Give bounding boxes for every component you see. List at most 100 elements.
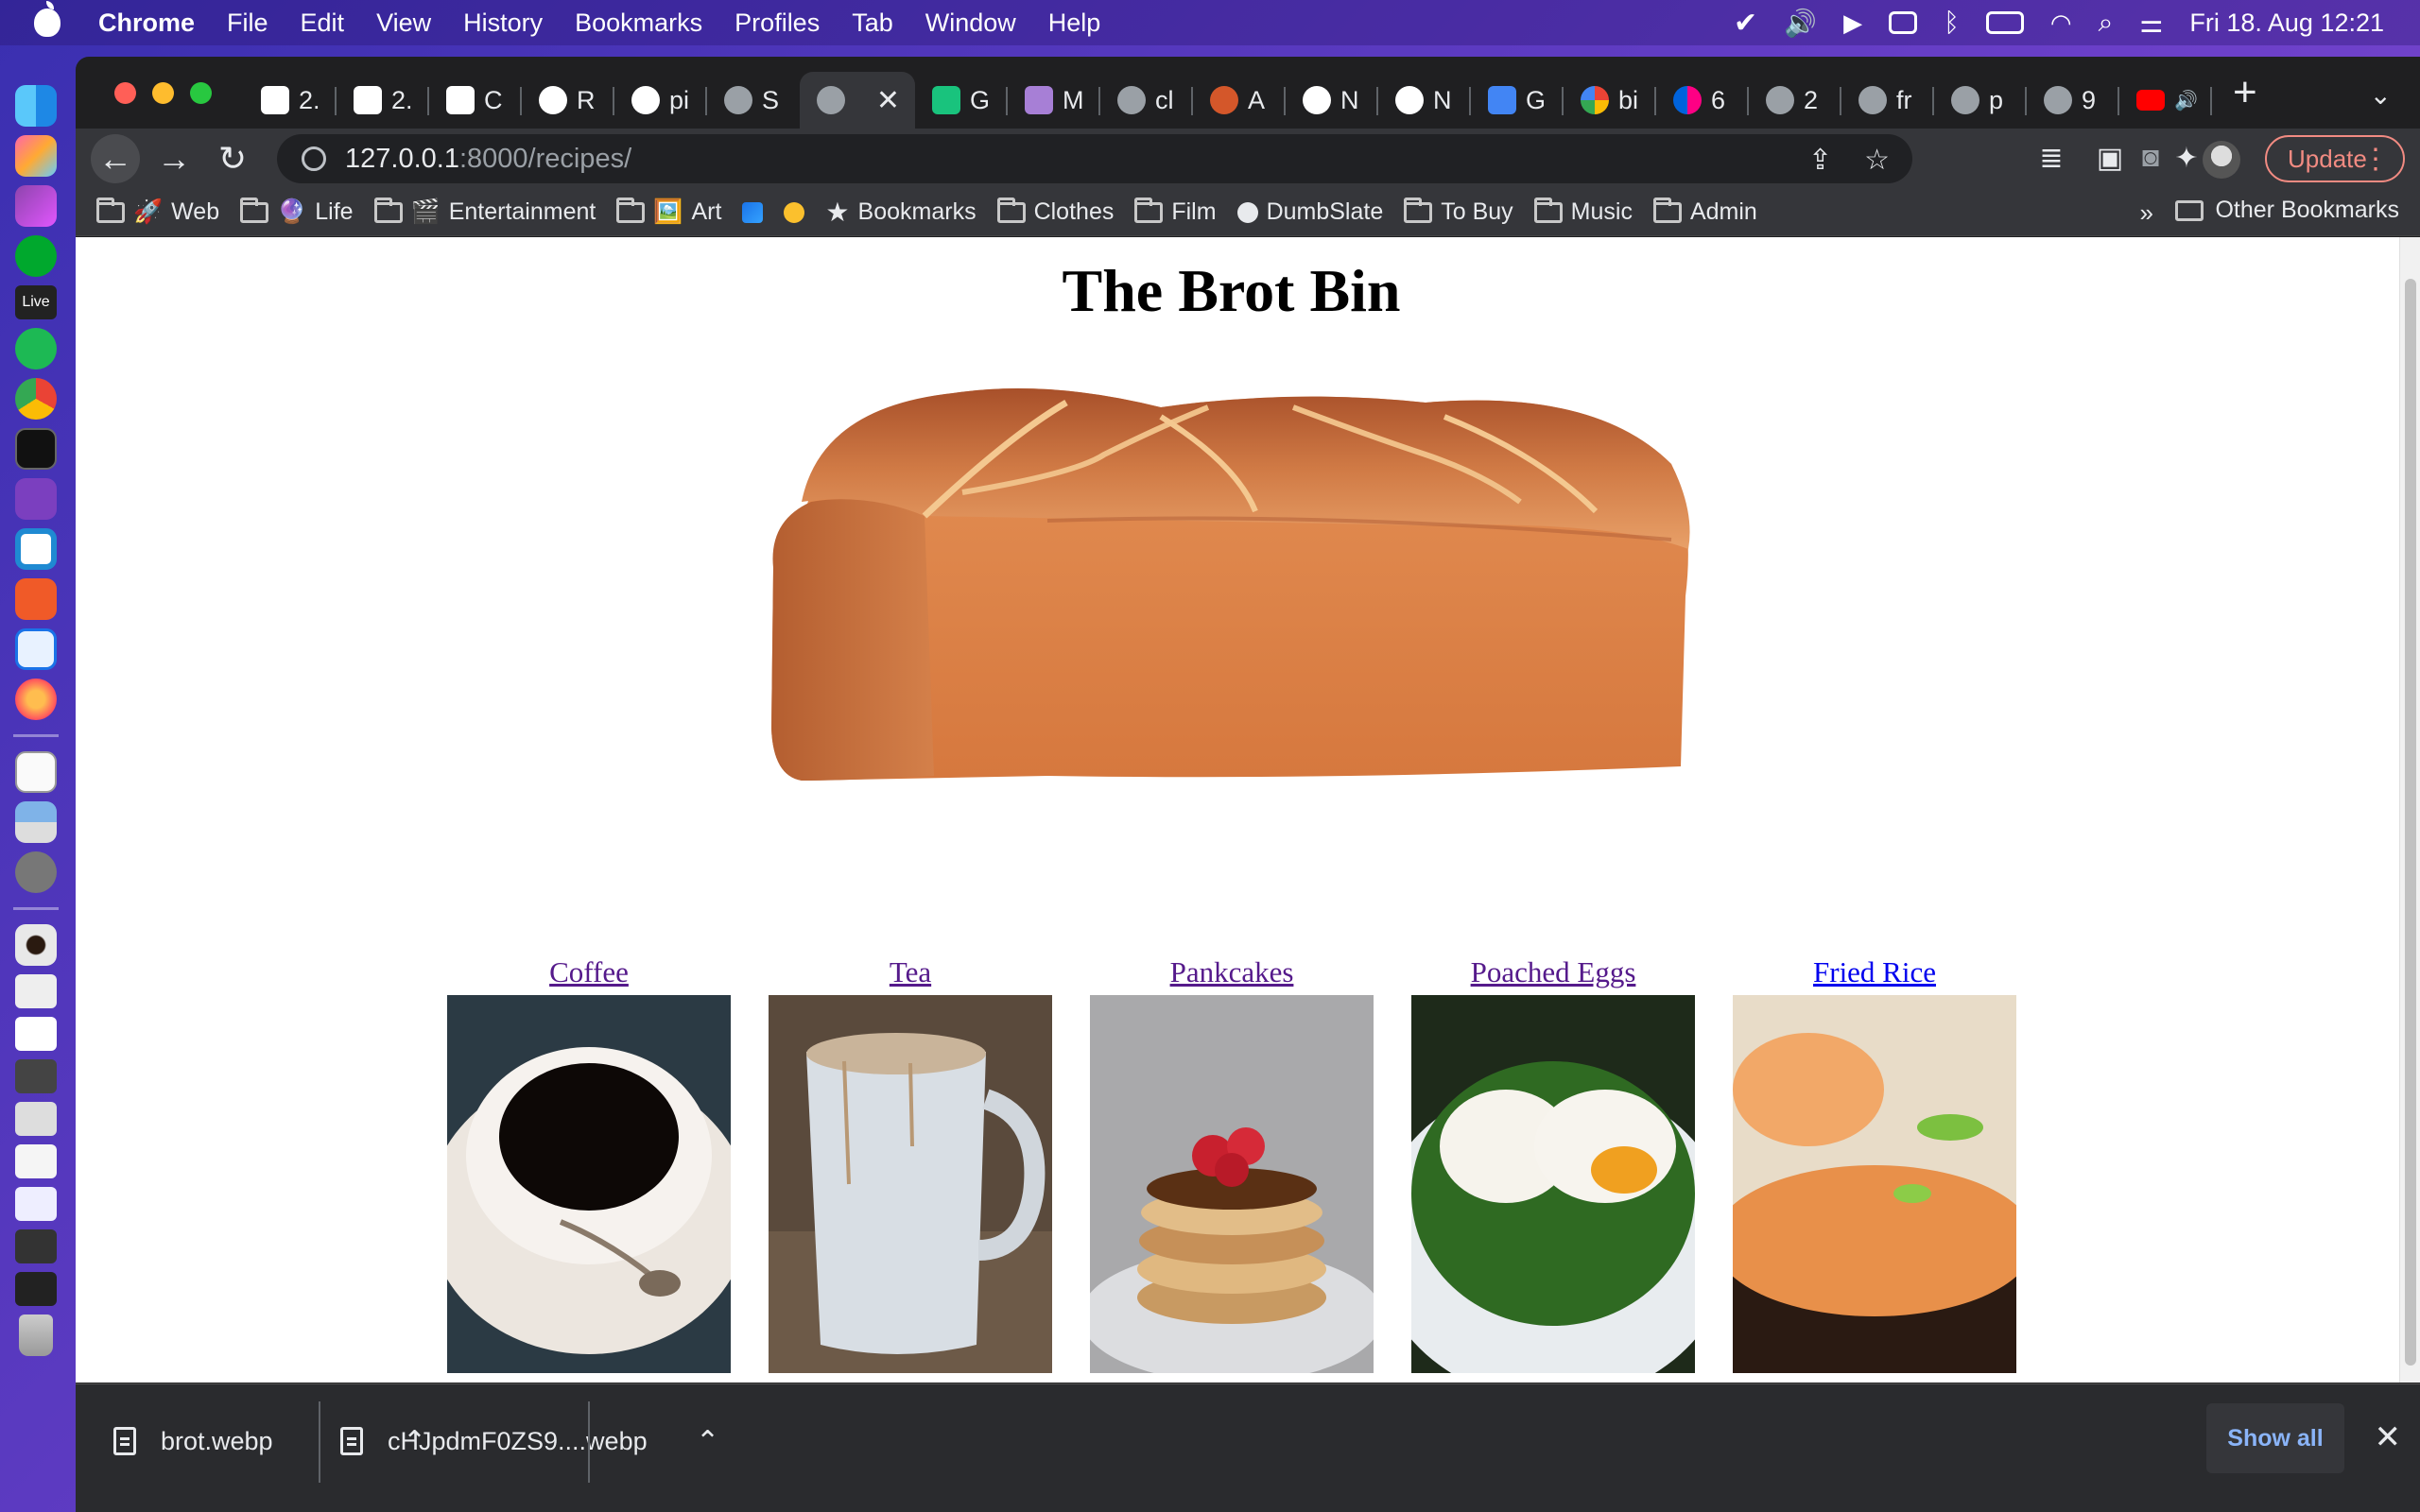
vscode-icon[interactable] <box>15 528 57 570</box>
bookmark-folder-clothes[interactable]: Clothes <box>996 197 1114 226</box>
extensions-puzzle-icon[interactable]: ✦ <box>2170 142 2203 174</box>
bookmark-blue-icon[interactable] <box>742 201 764 223</box>
spotify-icon[interactable] <box>15 328 57 369</box>
menu-tab[interactable]: Tab <box>852 9 893 38</box>
bookmark-folder-admin[interactable]: Admin <box>1652 197 1757 226</box>
reload-button[interactable]: ↻ <box>208 134 257 183</box>
recipe-link-fried-rice[interactable]: Fried Rice <box>1813 955 1936 991</box>
menu-bookmarks[interactable]: Bookmarks <box>575 9 702 38</box>
play-status-icon[interactable]: ▶ <box>1843 9 1862 38</box>
bookmark-folder-entertainment[interactable]: 🎬 Entertainment <box>373 197 596 226</box>
reading-list-icon[interactable]: ≣ <box>2035 142 2067 174</box>
control-center-icon[interactable]: ⚌ <box>2139 8 2163 39</box>
tab-2[interactable]: 2. <box>337 72 429 129</box>
bookmark-star-folder[interactable]: ★ Bookmarks <box>825 197 976 228</box>
recipe-link-coffee[interactable]: Coffee <box>549 955 629 991</box>
tab-3[interactable]: C <box>429 72 522 129</box>
menu-profiles[interactable]: Profiles <box>735 9 820 38</box>
tab-8[interactable]: G <box>915 72 1008 129</box>
close-window-button[interactable] <box>114 81 136 104</box>
bookmark-folder-music[interactable]: Music <box>1533 197 1633 226</box>
bookmark-folder-art[interactable]: 🖼️ Art <box>616 197 721 226</box>
window-thumbnail-1[interactable] <box>15 974 57 1008</box>
bookmark-folder-web[interactable]: 🚀 Web <box>96 197 219 226</box>
show-all-downloads-button[interactable]: Show all <box>2206 1403 2344 1473</box>
spotlight-search-icon[interactable]: ⌕ <box>2099 8 2114 39</box>
new-tab-button[interactable]: + <box>2233 69 2280 116</box>
site-info-icon[interactable] <box>302 146 326 171</box>
minimize-window-button[interactable] <box>152 81 174 104</box>
menu-history[interactable]: History <box>463 9 543 38</box>
tab-4[interactable]: R <box>522 72 614 129</box>
menu-window[interactable]: Window <box>925 9 1016 38</box>
system-settings-icon[interactable] <box>15 851 57 893</box>
checklist-status-icon[interactable]: ✔ <box>1734 7 1757 40</box>
back-button[interactable]: ← <box>91 134 140 183</box>
tab-9[interactable]: M <box>1008 72 1100 129</box>
address-bar[interactable]: 127.0.0.1:8000/recipes/ ⇪ ☆ <box>277 134 1912 183</box>
menu-bar-clock[interactable]: Fri 18. Aug 12:21 <box>2189 9 2384 38</box>
tab-13[interactable]: N <box>1378 72 1471 129</box>
forward-button[interactable]: → <box>149 134 199 183</box>
wifi-icon[interactable]: ◠ <box>2050 9 2072 38</box>
tab-17[interactable]: 2 <box>1749 72 1841 129</box>
recipe-link-pancakes[interactable]: Pankcakes <box>1170 955 1294 991</box>
ableton-live-icon[interactable]: Live <box>15 285 57 319</box>
app-store-icon[interactable] <box>15 628 57 670</box>
window-thumbnail-2[interactable] <box>15 1017 57 1051</box>
tab-10[interactable]: cl <box>1100 72 1193 129</box>
menu-view[interactable]: View <box>376 9 431 38</box>
tab-1[interactable]: 2. <box>244 72 337 129</box>
recipe-link-tea[interactable]: Tea <box>890 955 931 991</box>
profile-avatar[interactable] <box>2203 141 2240 179</box>
window-thumbnail-6[interactable] <box>15 1187 57 1221</box>
bookmark-smiley[interactable] <box>784 201 805 223</box>
evernote-icon[interactable] <box>15 235 57 277</box>
tab-active-recipes[interactable]: ✕ <box>800 72 915 129</box>
scrollbar-thumb[interactable] <box>2405 279 2416 1366</box>
chevron-up-icon[interactable]: ⌃ <box>696 1425 719 1458</box>
volume-icon[interactable]: 🔊 <box>1784 8 1817 39</box>
battery-icon[interactable] <box>1985 11 2024 34</box>
menu-file[interactable]: File <box>227 9 268 38</box>
launchpad-icon[interactable] <box>15 135 57 177</box>
close-tab-icon[interactable]: ✕ <box>876 84 900 117</box>
tab-19[interactable]: p <box>1934 72 2027 129</box>
more-bookmarks-chevron[interactable]: » <box>2140 198 2153 228</box>
terminal-icon[interactable] <box>15 428 57 470</box>
bookmark-folder-film[interactable]: Film <box>1134 197 1217 226</box>
apple-menu-icon[interactable] <box>34 1 60 37</box>
textedit-icon[interactable] <box>15 751 57 793</box>
other-bookmarks-folder[interactable]: Other Bookmarks <box>2175 197 2399 224</box>
bluetooth-icon[interactable]: ᛒ <box>1944 8 1960 38</box>
screenshot-extension-icon[interactable]: ◙ <box>2135 142 2167 174</box>
menu-help[interactable]: Help <box>1048 9 1101 38</box>
tab-16[interactable]: 6 <box>1656 72 1749 129</box>
window-thumbnail-3[interactable] <box>15 1059 57 1093</box>
menu-edit[interactable]: Edit <box>301 9 345 38</box>
bookmark-dumbslate[interactable]: DumbSlate <box>1236 198 1383 226</box>
tab-12[interactable]: N <box>1286 72 1378 129</box>
finder-icon[interactable] <box>15 85 57 127</box>
tab-14[interactable]: G <box>1471 72 1564 129</box>
close-downloads-icon[interactable]: ✕ <box>2375 1418 2402 1456</box>
screen-status-icon[interactable] <box>1889 11 1918 34</box>
tab-21[interactable]: 🔊 <box>2119 72 2212 129</box>
page-scrollbar[interactable] <box>2399 237 2420 1383</box>
update-button[interactable]: Update ⋮ <box>2265 135 2405 182</box>
github-desktop-icon[interactable] <box>15 478 57 520</box>
tab-search-chevron-icon[interactable]: ⌄ <box>2370 79 2392 111</box>
share-icon[interactable]: ⇪ <box>1808 144 1832 177</box>
firefox-icon[interactable] <box>15 679 57 720</box>
coffee-thumbnail-icon[interactable] <box>15 924 57 966</box>
download-item-webp[interactable]: cHJpdmF0ZS9....webp ⌃ <box>340 1384 719 1498</box>
zoom-window-button[interactable] <box>190 81 212 104</box>
app-menu-chrome[interactable]: Chrome <box>98 9 195 38</box>
window-thumbnail-5[interactable] <box>15 1144 57 1178</box>
chrome-icon[interactable] <box>15 378 57 420</box>
trash-icon[interactable] <box>19 1314 53 1356</box>
tab-18[interactable]: fr <box>1841 72 1934 129</box>
tab-5[interactable]: pi <box>614 72 707 129</box>
tab-11[interactable]: A <box>1193 72 1286 129</box>
affinity-icon[interactable] <box>15 185 57 227</box>
